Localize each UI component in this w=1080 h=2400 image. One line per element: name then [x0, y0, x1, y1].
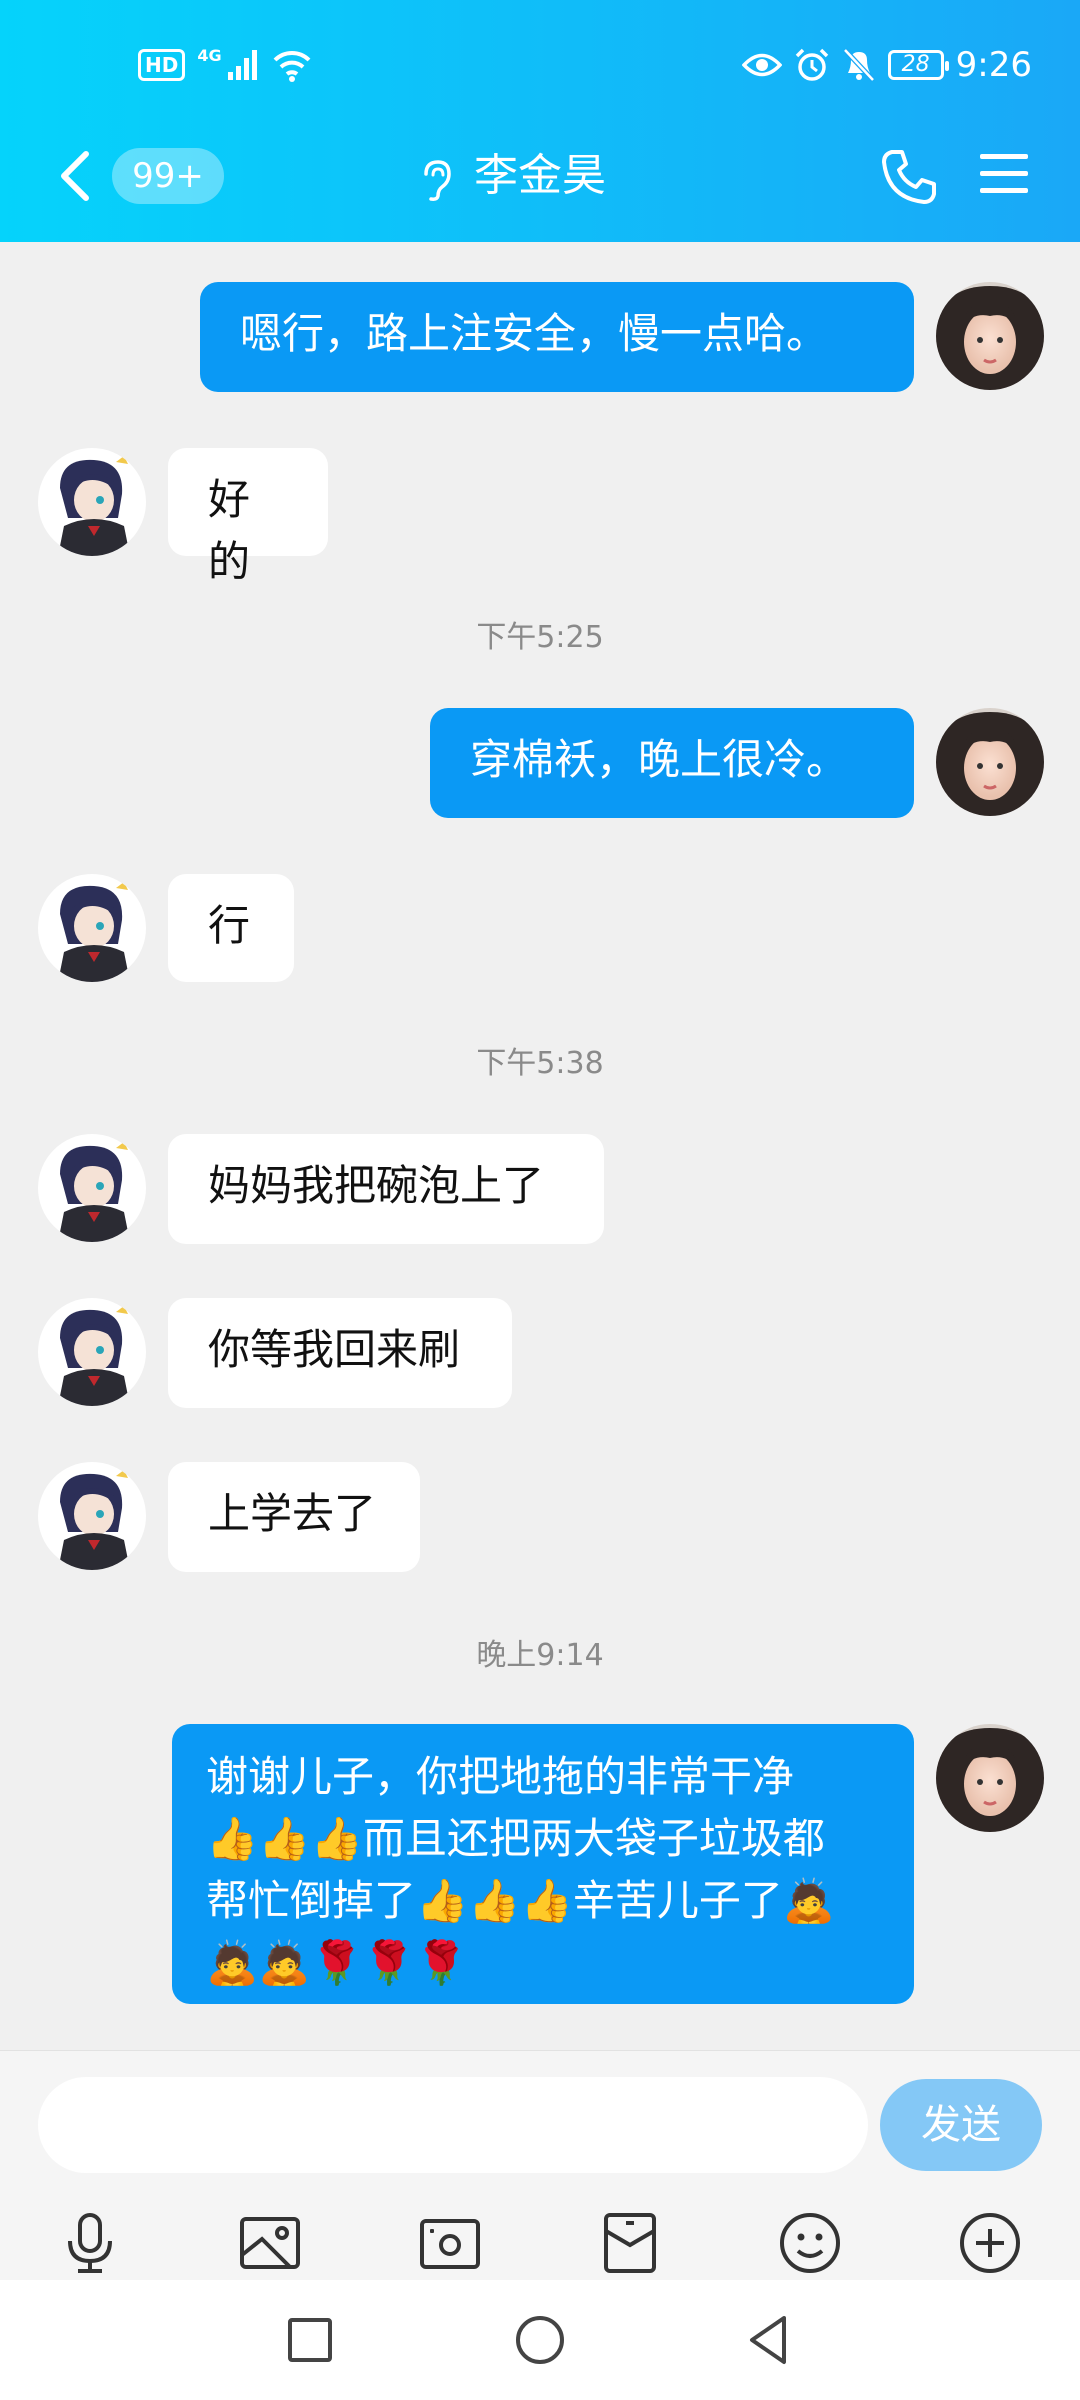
- battery-indicator: 28: [887, 50, 949, 80]
- wifi-icon: [273, 50, 311, 82]
- microphone-icon[interactable]: [58, 2211, 122, 2275]
- message-bubble-incoming[interactable]: 好的: [168, 448, 328, 586]
- status-time: 9:26: [955, 45, 1032, 85]
- contact-avatar[interactable]: [38, 1462, 146, 1570]
- message-timestamp: 下午5:38: [476, 1046, 604, 1081]
- back-arrow-icon[interactable]: [52, 148, 100, 204]
- plus-icon[interactable]: [958, 2211, 1022, 2275]
- status-bar-left: HD 4G: [138, 40, 312, 90]
- send-button[interactable]: 发送: [880, 2079, 1042, 2171]
- home-icon[interactable]: [510, 2310, 570, 2370]
- contact-avatar[interactable]: [38, 1134, 146, 1242]
- message-bubble-incoming[interactable]: 你等我回来刷: [168, 1298, 512, 1408]
- eye-icon: [741, 53, 782, 77]
- contact-avatar[interactable]: [38, 874, 146, 982]
- message-bubble-incoming[interactable]: 行: [168, 874, 294, 982]
- message-input-area: 发送: [0, 2050, 1080, 2280]
- message-input[interactable]: [38, 2077, 868, 2173]
- emoji-icon[interactable]: [778, 2211, 842, 2275]
- status-bar-right: 28 9:26: [741, 40, 1032, 90]
- message-bubble-outgoing[interactable]: 穿棉袄，晚上很冷。: [430, 708, 914, 818]
- my-avatar[interactable]: [936, 1724, 1044, 1832]
- earpiece-mode-icon[interactable]: [418, 158, 452, 202]
- message-bubble-incoming[interactable]: 妈妈我把碗泡上了: [168, 1134, 604, 1244]
- recent-apps-icon[interactable]: [280, 2310, 340, 2370]
- my-avatar[interactable]: [936, 708, 1044, 816]
- unread-count-badge[interactable]: 99+: [112, 148, 224, 204]
- mute-bell-icon: [842, 48, 875, 82]
- camera-icon[interactable]: [418, 2211, 482, 2275]
- more-menu-icon[interactable]: [978, 150, 1030, 198]
- contact-avatar[interactable]: [38, 1298, 146, 1406]
- message-bubble-incoming[interactable]: 上学去了: [168, 1462, 420, 1572]
- message-timestamp: 下午5:25: [476, 620, 604, 655]
- image-icon[interactable]: [238, 2211, 302, 2275]
- network-type: 4G: [197, 45, 222, 65]
- contact-avatar[interactable]: [38, 448, 146, 556]
- system-navigation-bar: [0, 2280, 1080, 2400]
- back-icon[interactable]: [740, 2310, 800, 2370]
- chat-title: 李金昊: [474, 150, 606, 201]
- red-packet-icon[interactable]: [598, 2211, 662, 2275]
- alarm-icon: [795, 48, 828, 81]
- message-timestamp: 晚上9:14: [476, 1638, 604, 1673]
- chat-header: HD 4G 28 9:26 99+ 李金昊: [0, 0, 1080, 242]
- signal-icon: [227, 50, 257, 80]
- message-bubble-outgoing[interactable]: 谢谢儿子，你把地拖的非常干净 👍👍👍而且还把两大袋子垃圾都 帮忙倒掉了👍👍👍辛苦…: [172, 1724, 914, 2004]
- hd-badge: HD: [138, 49, 186, 81]
- my-avatar[interactable]: [936, 282, 1044, 390]
- phone-call-icon[interactable]: [880, 148, 938, 206]
- message-bubble-outgoing[interactable]: 嗯行，路上注安全，慢一点哈。: [200, 282, 914, 392]
